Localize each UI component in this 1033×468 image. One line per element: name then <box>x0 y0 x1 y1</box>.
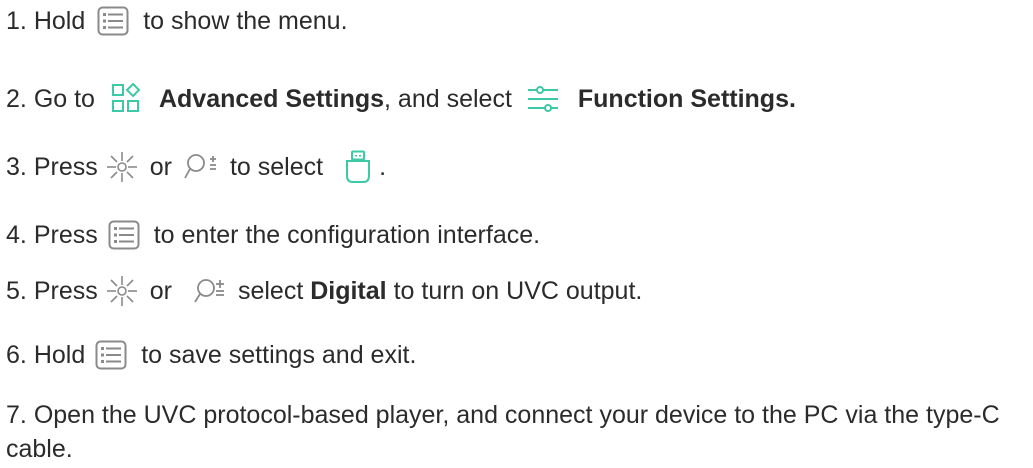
step-text: to enter the configuration interface. <box>153 221 541 249</box>
function-settings-icon <box>526 86 560 112</box>
step-number: 5. <box>6 277 27 305</box>
digital-option-label: Digital <box>310 277 387 305</box>
step-text: Press <box>33 221 98 249</box>
step-text: . <box>379 153 387 181</box>
function-settings-label: Function Settings. <box>577 85 796 113</box>
zoom-button-icon <box>184 151 222 183</box>
step-text: or <box>149 277 172 305</box>
step-text: Press <box>33 277 98 305</box>
menu-button-icon <box>95 340 127 370</box>
step-7: 7. Open the UVC protocol-based player, a… <box>6 398 1026 466</box>
step-text: to save settings and exit. <box>141 341 417 369</box>
brightness-button-icon <box>106 275 138 307</box>
step-text: to turn on UVC output. <box>393 277 643 305</box>
usb-output-icon <box>345 150 371 184</box>
step-5: 5. Press or select Digital to turn on UV… <box>6 274 642 308</box>
step-4: 4. Press to enter the configuration inte… <box>6 218 540 252</box>
step-text: , and select <box>384 85 512 113</box>
advanced-settings-label: Advanced Settings <box>158 85 385 113</box>
step-2: 2. Go to Advanced Settings, and select F… <box>6 82 796 116</box>
step-text: or <box>149 153 172 181</box>
step-6: 6. Hold to save settings and exit. <box>6 338 416 372</box>
step-1: 1. Hold to show the menu. <box>6 4 348 38</box>
step-text: Hold <box>33 7 86 35</box>
step-text: to select <box>229 153 324 181</box>
step-number: 1. <box>6 7 27 35</box>
brightness-button-icon <box>106 151 138 183</box>
step-text: Go to <box>33 85 95 113</box>
instruction-list: 1. Hold to show the menu. 2. Go to Advan… <box>0 0 1033 468</box>
zoom-button-icon <box>194 276 228 306</box>
step-number: 4. <box>6 221 27 249</box>
step-text: to show the menu. <box>143 7 348 35</box>
menu-button-icon <box>108 220 140 250</box>
step-number: 2. <box>6 85 27 113</box>
step-number: 3. <box>6 153 27 181</box>
step-text: Hold <box>33 341 86 369</box>
step-text: Open the UVC protocol-based player, and … <box>6 401 1000 463</box>
step-number: 7. <box>6 401 27 429</box>
step-3: 3. Press or to select . <box>6 150 386 184</box>
step-text: Press <box>33 153 98 181</box>
advanced-settings-icon <box>111 83 141 115</box>
step-text: select <box>237 277 304 305</box>
menu-button-icon <box>97 6 129 36</box>
step-number: 6. <box>6 341 27 369</box>
